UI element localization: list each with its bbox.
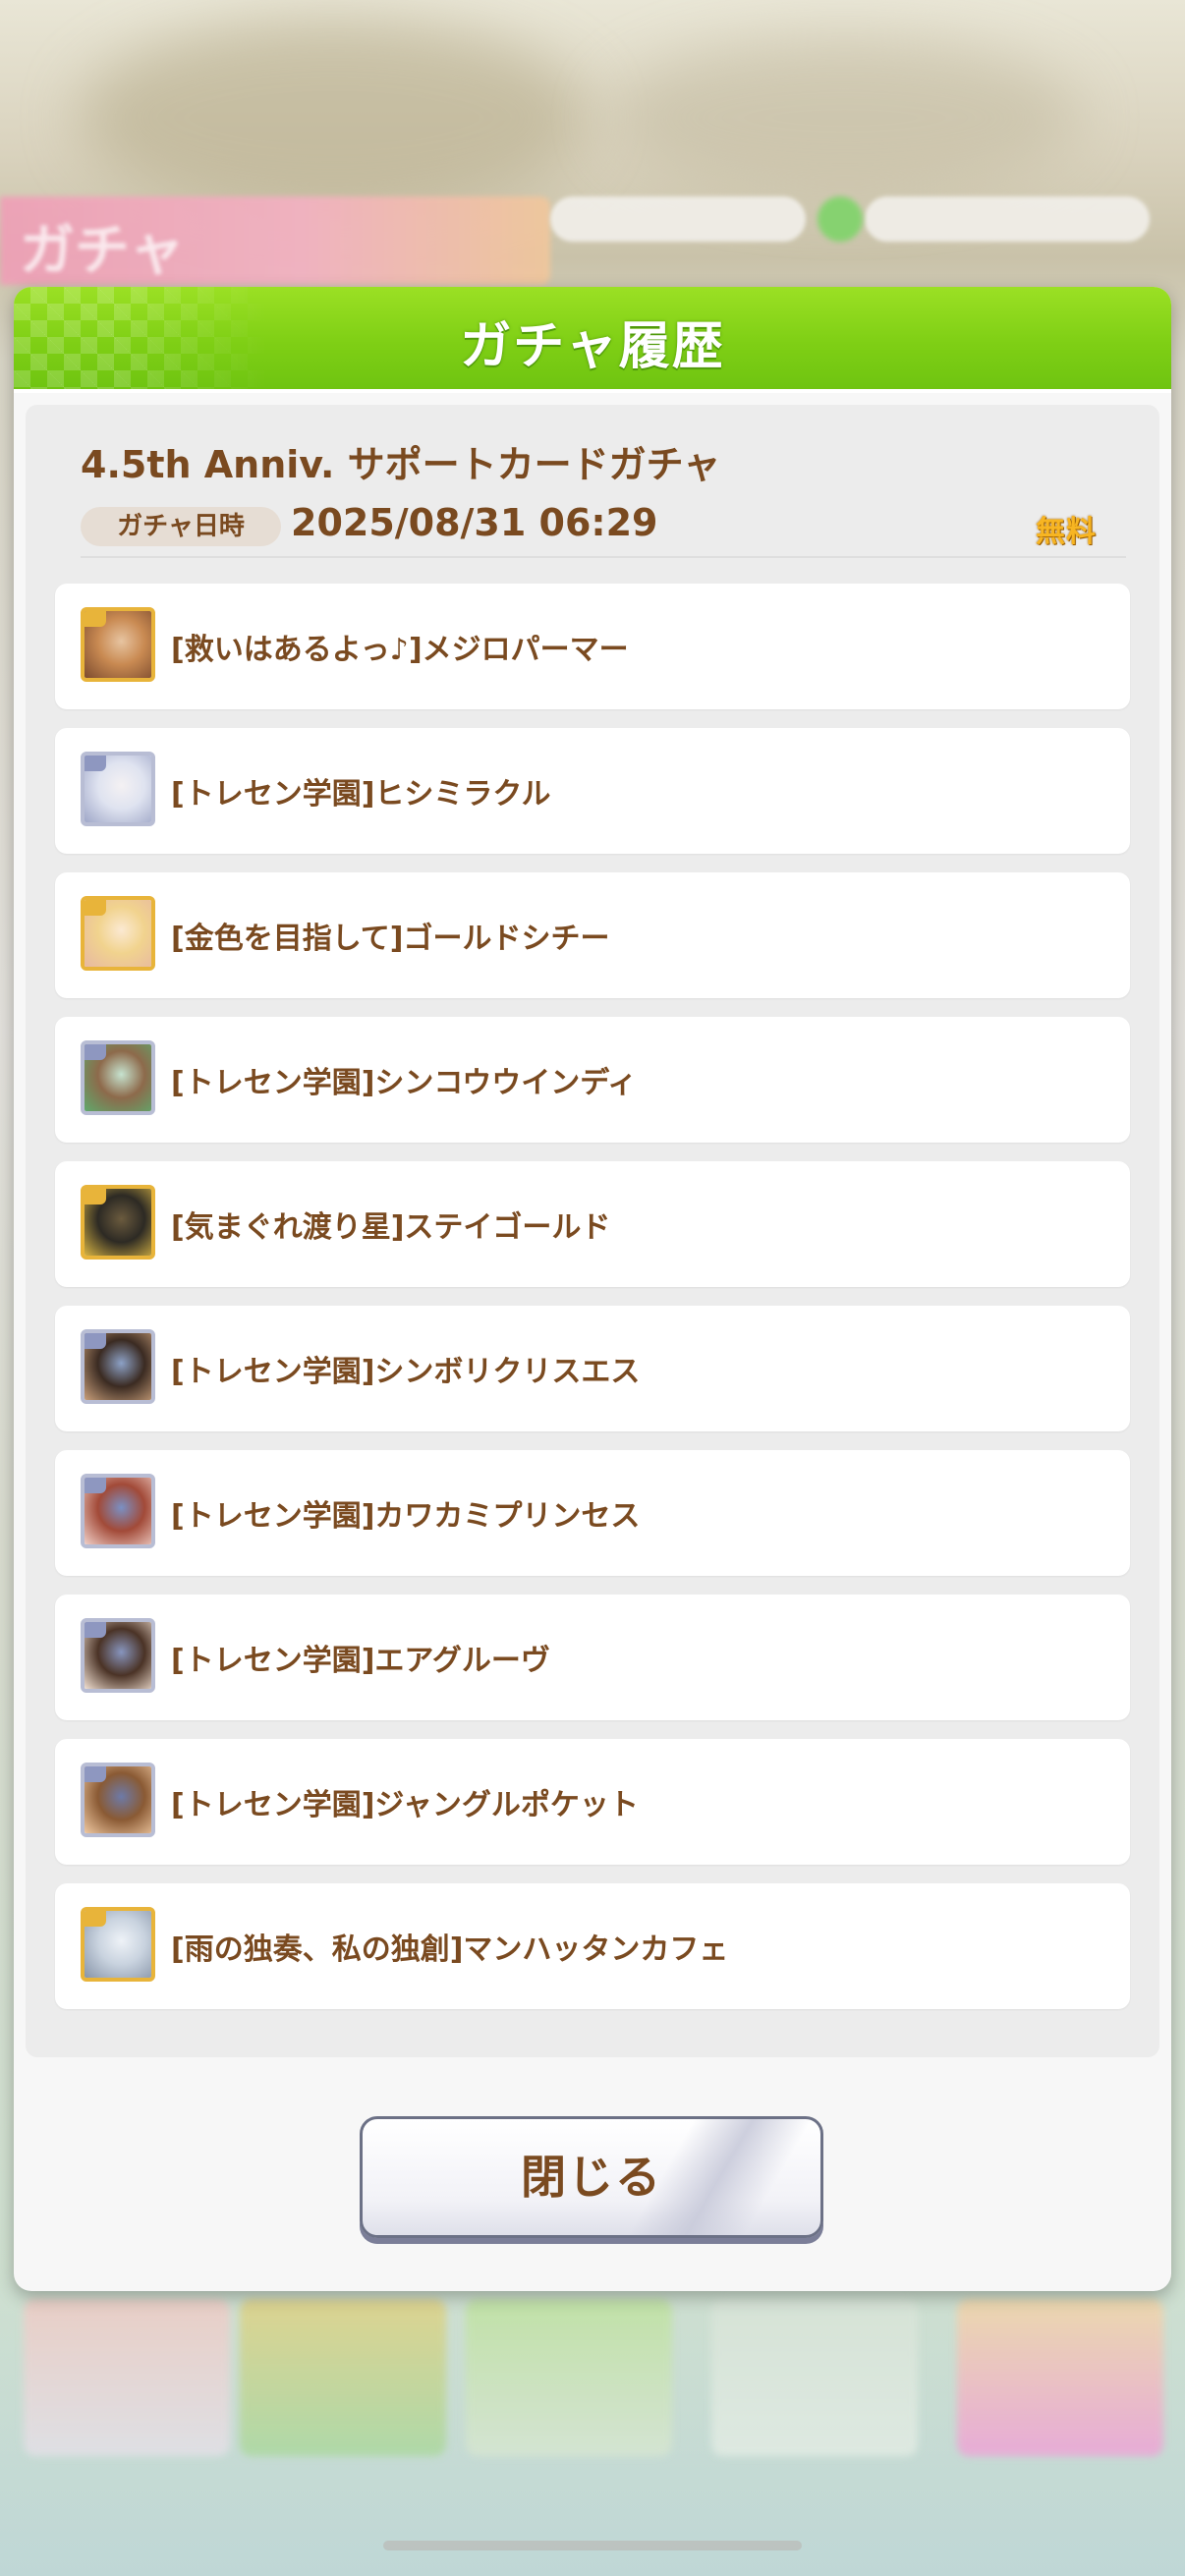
background-currency-pill — [865, 196, 1150, 242]
result-row[interactable]: [気まぐれ渡り星]ステイゴールド — [55, 1161, 1130, 1287]
result-row[interactable]: [トレセン学園]シンボリクリスエス — [55, 1306, 1130, 1431]
result-row[interactable]: [金色を目指して]ゴールドシチー — [55, 872, 1130, 998]
result-row[interactable]: [救いはあるよっ♪]メジロパーマー — [55, 584, 1130, 709]
rarity-icon — [85, 900, 106, 916]
gacha-history-dialog: ガチャ履歴 4.5th Anniv. サポートカードガチャ ガチャ日時 2025… — [14, 287, 1171, 2291]
background-nav-tile — [466, 2299, 672, 2456]
result-row[interactable]: [トレセン学園]カワカミプリンセス — [55, 1450, 1130, 1576]
result-row[interactable]: [トレセン学園]エアグルーヴ — [55, 1595, 1130, 1720]
dialog-title: ガチャ履歴 — [460, 317, 725, 376]
card-name: [トレセン学園]ジャングルポケット — [171, 1788, 639, 1822]
rarity-icon — [85, 1333, 106, 1349]
banner-name: 4.5th Anniv. サポートカードガチャ — [81, 443, 721, 486]
support-card-thumbnail — [81, 1618, 155, 1693]
rarity-icon — [85, 611, 106, 627]
rarity-icon — [85, 1911, 106, 1927]
result-row[interactable]: [雨の独奏、私の独創]マンハッタンカフェ — [55, 1883, 1130, 2009]
card-name: [雨の独奏、私の独創]マンハッタンカフェ — [171, 1932, 729, 1967]
card-name: [トレセン学園]エアグルーヴ — [171, 1644, 550, 1678]
card-name: [トレセン学園]シンボリクリスエス — [171, 1355, 641, 1389]
card-name: [トレセン学園]カワカミプリンセス — [171, 1499, 641, 1534]
support-card-thumbnail — [81, 1040, 155, 1115]
rarity-icon — [85, 1044, 106, 1060]
rarity-icon — [85, 756, 106, 771]
card-name: [救いはあるよっ♪]メジロパーマー — [171, 633, 629, 667]
background-nav-tile — [240, 2299, 446, 2456]
background-bottom-nav — [24, 2299, 1163, 2466]
free-badge: 無料 — [1036, 515, 1097, 549]
home-indicator — [383, 2541, 802, 2550]
rarity-icon — [85, 1478, 106, 1493]
background-nav-tile — [957, 2299, 1163, 2456]
divider — [81, 556, 1126, 558]
dialog-header: ガチャ履歴 — [14, 287, 1171, 393]
result-row[interactable]: [トレセン学園]ジャングルポケット — [55, 1739, 1130, 1865]
rarity-icon — [85, 1189, 106, 1204]
background-gacha-header-label: ガチャ — [20, 219, 185, 283]
card-name: [金色を目指して]ゴールドシチー — [171, 922, 610, 956]
date-label: ガチャ日時 — [81, 507, 281, 546]
support-card-thumbnail — [81, 896, 155, 971]
support-card-thumbnail — [81, 1185, 155, 1260]
rarity-icon — [85, 1766, 106, 1782]
card-name: [トレセン学園]シンコウウインディ — [171, 1066, 638, 1100]
background-blur — [609, 39, 1081, 196]
result-row[interactable]: [トレセン学園]ヒシミラクル — [55, 728, 1130, 854]
background-currency-pill — [550, 196, 806, 242]
card-name: [トレセン学園]ヒシミラクル — [171, 777, 551, 812]
card-name: [気まぐれ渡り星]ステイゴールド — [171, 1210, 611, 1245]
background-currency-icon — [818, 196, 863, 242]
close-button[interactable]: 閉じる — [360, 2116, 823, 2238]
support-card-thumbnail — [81, 1763, 155, 1837]
close-button-label: 閉じる — [521, 2151, 662, 2204]
support-card-thumbnail — [81, 607, 155, 682]
date-value: 2025/08/31 06:29 — [291, 501, 658, 544]
background-blur — [79, 20, 590, 216]
support-card-thumbnail — [81, 1329, 155, 1404]
background-nav-tile — [24, 2299, 230, 2456]
rarity-icon — [85, 1622, 106, 1638]
support-card-thumbnail — [81, 752, 155, 826]
support-card-thumbnail — [81, 1474, 155, 1548]
support-card-thumbnail — [81, 1907, 155, 1982]
result-row[interactable]: [トレセン学園]シンコウウインディ — [55, 1017, 1130, 1143]
background-nav-tile — [711, 2299, 918, 2456]
